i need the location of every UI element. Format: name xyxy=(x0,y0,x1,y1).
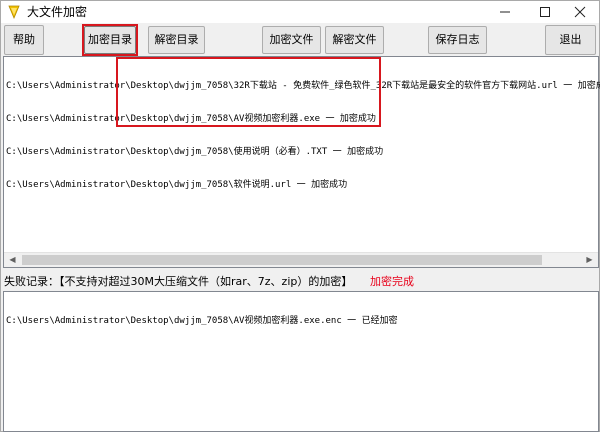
highlight-box-button xyxy=(82,24,138,56)
encrypt-file-button[interactable]: 加密文件 xyxy=(262,26,321,54)
decrypt-file-button[interactable]: 解密文件 xyxy=(325,26,384,54)
status-done-label: 加密完成 xyxy=(370,275,414,288)
horizontal-scrollbar[interactable]: ◀ ▶ xyxy=(4,252,598,267)
fail-log-area[interactable]: C:\Users\Administrator\Desktop\dwjjm_705… xyxy=(3,291,599,432)
help-button[interactable]: 帮助 xyxy=(4,25,44,55)
scrollbar-thumb[interactable] xyxy=(22,255,542,265)
minimize-icon[interactable] xyxy=(485,1,525,23)
log-line: C:\Users\Administrator\Desktop\dwjjm_705… xyxy=(6,147,384,157)
app-icon xyxy=(6,4,22,20)
maximize-icon[interactable] xyxy=(525,1,565,23)
exit-button[interactable]: 退出 xyxy=(545,25,596,55)
app-window: 大文件加密 帮助 加密目录 解密目录 加密文件 解密文件 保存日志 退出 C:\… xyxy=(0,0,600,432)
window-title: 大文件加密 xyxy=(27,5,88,19)
decrypt-directory-button[interactable]: 解密目录 xyxy=(148,26,205,54)
fail-record-label: 失败记录：【不支持对超过30M大压缩文件（如rar、7z、zip）的加密】 xyxy=(4,275,353,288)
close-icon[interactable] xyxy=(561,1,599,23)
scroll-left-icon[interactable]: ◀ xyxy=(4,253,21,267)
scroll-right-icon[interactable]: ▶ xyxy=(581,253,598,267)
save-log-button[interactable]: 保存日志 xyxy=(428,26,487,54)
fail-log-lines: C:\Users\Administrator\Desktop\dwjjm_705… xyxy=(6,294,398,349)
title-bar: 大文件加密 xyxy=(1,1,599,23)
log-line: C:\Users\Administrator\Desktop\dwjjm_705… xyxy=(6,180,348,190)
highlight-box-log xyxy=(116,57,381,127)
fail-log-line: C:\Users\Administrator\Desktop\dwjjm_705… xyxy=(6,316,398,326)
